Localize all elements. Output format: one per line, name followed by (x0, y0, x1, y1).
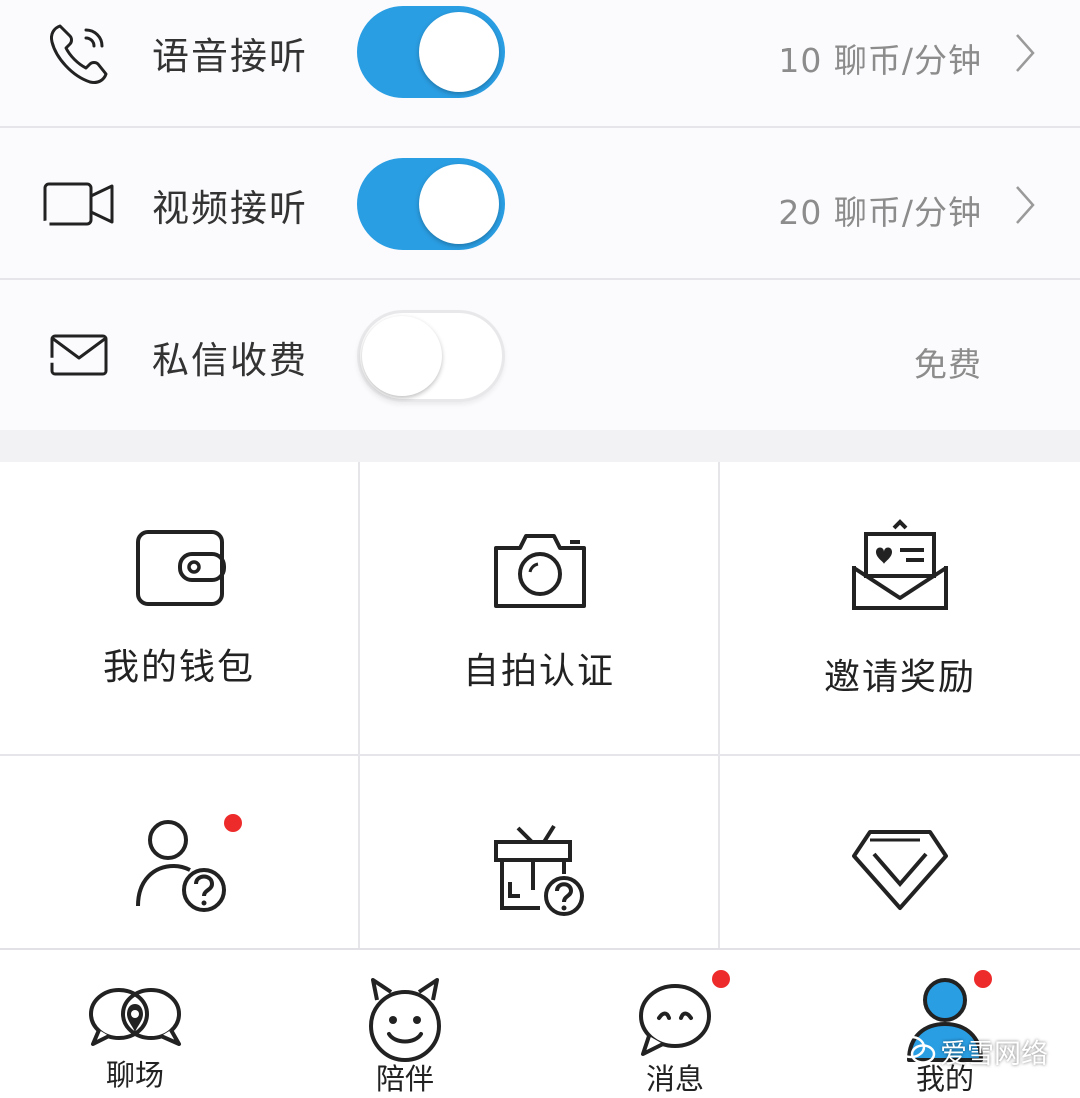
tab-chat-hall[interactable]: 聊场 (0, 950, 270, 1098)
chevron-right-icon[interactable] (1014, 32, 1036, 74)
tab-label-chat-hall: 聊场 (105, 1058, 164, 1092)
feature-grid: 我的钱包 自拍认证 邀请奖励 (0, 462, 1080, 1050)
message-bubble-icon (639, 984, 711, 1056)
video-toggle[interactable] (357, 158, 505, 250)
diamond-icon (852, 830, 948, 910)
setting-label-voice: 语音接听 (152, 35, 308, 78)
grid-item-selfie[interactable]: 自拍认证 (360, 462, 720, 756)
envelope-icon (50, 334, 108, 376)
voice-toggle[interactable] (357, 6, 505, 98)
message-price: 免费 (914, 345, 982, 384)
tab-companion[interactable]: 陪伴 (270, 950, 540, 1098)
toggle-knob (419, 12, 499, 92)
gift-question-icon (494, 824, 584, 916)
notification-dot (974, 970, 992, 988)
message-toggle[interactable] (357, 310, 505, 402)
grid-label-invite: 邀请奖励 (823, 657, 976, 698)
camera-icon (494, 534, 586, 608)
wallet-icon (136, 530, 226, 606)
tab-me[interactable]: 我的 (810, 950, 1080, 1098)
grid-item-wallet[interactable]: 我的钱包 (0, 462, 360, 756)
invite-letter-icon (852, 519, 948, 610)
toggle-knob (362, 316, 442, 396)
tab-label-companion: 陪伴 (375, 1062, 434, 1096)
bottom-tab-bar: 聊场 陪伴 消息 我的 (0, 948, 1080, 1098)
notification-dot (224, 814, 242, 832)
setting-label-message: 私信收费 (152, 339, 308, 382)
voice-price: 10 聊币/分钟 (778, 41, 982, 80)
grid-item-invite[interactable]: 邀请奖励 (720, 462, 1080, 756)
video-price: 20 聊币/分钟 (778, 193, 982, 232)
setting-row-message[interactable]: 私信收费 免费 (0, 280, 1080, 432)
setting-row-voice[interactable]: 语音接听 10 聊币/分钟 (0, 0, 1080, 128)
section-divider (0, 430, 1080, 462)
grid-label-selfie: 自拍认证 (462, 651, 615, 692)
devil-face-icon (369, 978, 441, 1062)
toggle-knob (419, 164, 499, 244)
notification-dot (712, 970, 730, 988)
setting-label-video: 视频接听 (152, 187, 308, 230)
grid-label-wallet: 我的钱包 (102, 647, 255, 688)
setting-row-video[interactable]: 视频接听 20 聊币/分钟 (0, 128, 1080, 280)
video-camera-icon (43, 182, 114, 226)
tab-label-messages: 消息 (645, 1062, 704, 1096)
watermark-text: 爱雪网络 (940, 1039, 1048, 1070)
phone-icon (50, 24, 108, 84)
wechat-icon (896, 1035, 936, 1064)
tab-messages[interactable]: 消息 (540, 950, 810, 1098)
chevron-right-icon[interactable] (1014, 184, 1036, 226)
user-question-icon (136, 820, 226, 912)
